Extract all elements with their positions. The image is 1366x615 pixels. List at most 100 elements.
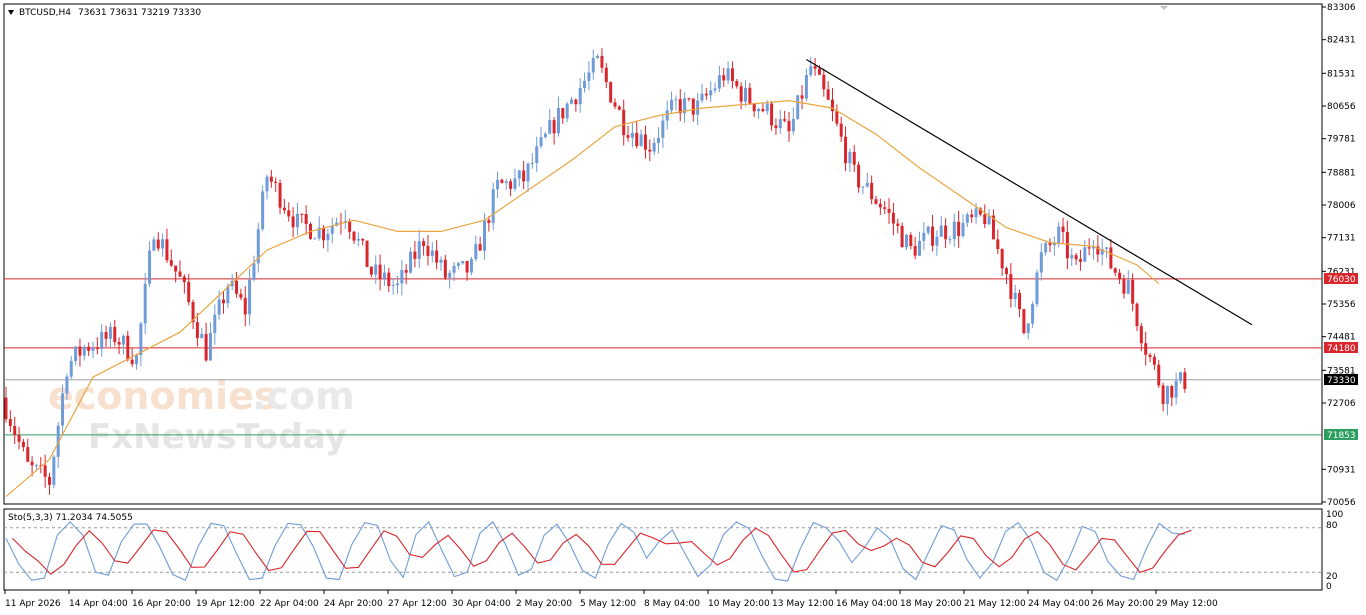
candle-body <box>874 199 878 204</box>
candle-body <box>1118 272 1122 280</box>
candle-body <box>935 236 939 246</box>
price-tick-label: 72706 <box>1327 399 1356 409</box>
candle-body <box>295 213 299 228</box>
time-tick-label: 2 May 20:00 <box>516 599 572 609</box>
candle-body <box>156 239 160 249</box>
candle-body <box>1009 274 1013 300</box>
candle-body <box>1044 243 1048 253</box>
candle-body <box>382 272 386 279</box>
candle-body <box>413 251 417 259</box>
candle-body <box>513 178 517 189</box>
candle-body <box>952 221 956 240</box>
candle-body <box>887 208 891 213</box>
candle-body <box>735 81 739 87</box>
candle-body <box>135 355 138 365</box>
candle-body <box>330 225 334 234</box>
candle-body <box>1057 226 1061 243</box>
candle-body <box>235 280 239 294</box>
candle-body <box>696 100 700 115</box>
price-tick-label: 81531 <box>1327 69 1356 79</box>
candle-body <box>30 461 34 466</box>
candle-body <box>1074 255 1078 260</box>
candle-body <box>783 119 787 121</box>
candle-body <box>870 182 874 200</box>
ohlc-readout: 73631 73631 73219 73330 <box>78 8 201 18</box>
candle-body <box>704 93 708 96</box>
price-tick-label: 74481 <box>1327 333 1356 343</box>
chart-canvas: economies .com FxNewsToday BTCUSD,H4 736… <box>3 3 1358 609</box>
candle-body <box>148 250 152 284</box>
candle-body <box>904 234 908 248</box>
candle-body <box>530 163 534 165</box>
time-tick-label: 11 Apr 2026 <box>5 599 61 609</box>
candle-body <box>435 250 439 263</box>
candle-body <box>95 348 99 350</box>
candle-body <box>552 120 556 134</box>
candle-body <box>483 220 486 251</box>
candle-body <box>143 283 147 324</box>
candle-body <box>1035 272 1039 305</box>
candle-body <box>700 93 704 101</box>
candle-body <box>826 89 830 100</box>
candle-body <box>526 163 530 182</box>
candle-body <box>831 99 834 112</box>
candle-body <box>178 271 182 277</box>
watermark-fxnewstoday: FxNewsToday <box>88 417 347 457</box>
candle-body <box>822 74 826 90</box>
candle-body <box>730 68 734 82</box>
time-tick-label: 8 May 04:00 <box>644 599 700 609</box>
candle-body <box>248 279 252 315</box>
candle-body <box>108 326 112 339</box>
candle-body <box>835 111 839 124</box>
watermark-economies: economies <box>48 374 277 418</box>
candle-body <box>213 314 217 333</box>
symbol-title: BTCUSD,H4 <box>19 8 71 18</box>
candle-body <box>1139 326 1143 344</box>
candle-body <box>1135 303 1139 327</box>
candle-body <box>34 465 38 467</box>
candle-body <box>456 263 460 266</box>
price-tick-label: 79781 <box>1327 135 1356 145</box>
candle-body <box>891 212 895 224</box>
candle-body <box>900 225 904 248</box>
candle-body <box>757 108 761 112</box>
candle-body <box>839 123 843 137</box>
time-tick-label: 13 May 12:00 <box>772 599 834 609</box>
candle-body <box>883 207 887 209</box>
candle-body <box>1105 247 1109 249</box>
candle-body <box>622 109 626 136</box>
indicator-level-80: 80 <box>1326 521 1338 531</box>
candle-body <box>809 66 813 76</box>
candle-body <box>961 222 965 236</box>
candle-body <box>591 58 595 73</box>
candle-body <box>787 120 791 132</box>
candle-body <box>561 108 565 119</box>
candle-body <box>1174 380 1178 398</box>
candle-body <box>74 346 78 361</box>
candle-body <box>474 244 478 260</box>
candle-body <box>52 456 56 485</box>
candle-body <box>878 203 882 208</box>
candle-body <box>948 239 952 241</box>
candle-body <box>643 134 647 150</box>
candle-body <box>1113 268 1117 273</box>
candle-body <box>491 189 495 223</box>
time-tick-label: 16 May 04:00 <box>836 599 898 609</box>
candle-body <box>1144 343 1148 355</box>
candle-body <box>417 241 421 259</box>
candle-body <box>613 102 617 107</box>
price-tick-label: 70931 <box>1327 465 1356 475</box>
candle-body <box>744 87 747 102</box>
candle-body <box>630 132 634 138</box>
candle-body <box>322 227 326 241</box>
candle-body <box>617 106 621 110</box>
candle-body <box>369 267 373 275</box>
candle-body <box>1148 354 1152 357</box>
candle-body <box>1022 309 1026 334</box>
candle-body <box>239 293 243 298</box>
price-tick-label: 83306 <box>1327 3 1356 13</box>
candle-body <box>861 186 865 188</box>
price-tick-label: 80656 <box>1327 102 1356 112</box>
candle-body <box>478 244 482 251</box>
candle-body <box>448 272 452 278</box>
